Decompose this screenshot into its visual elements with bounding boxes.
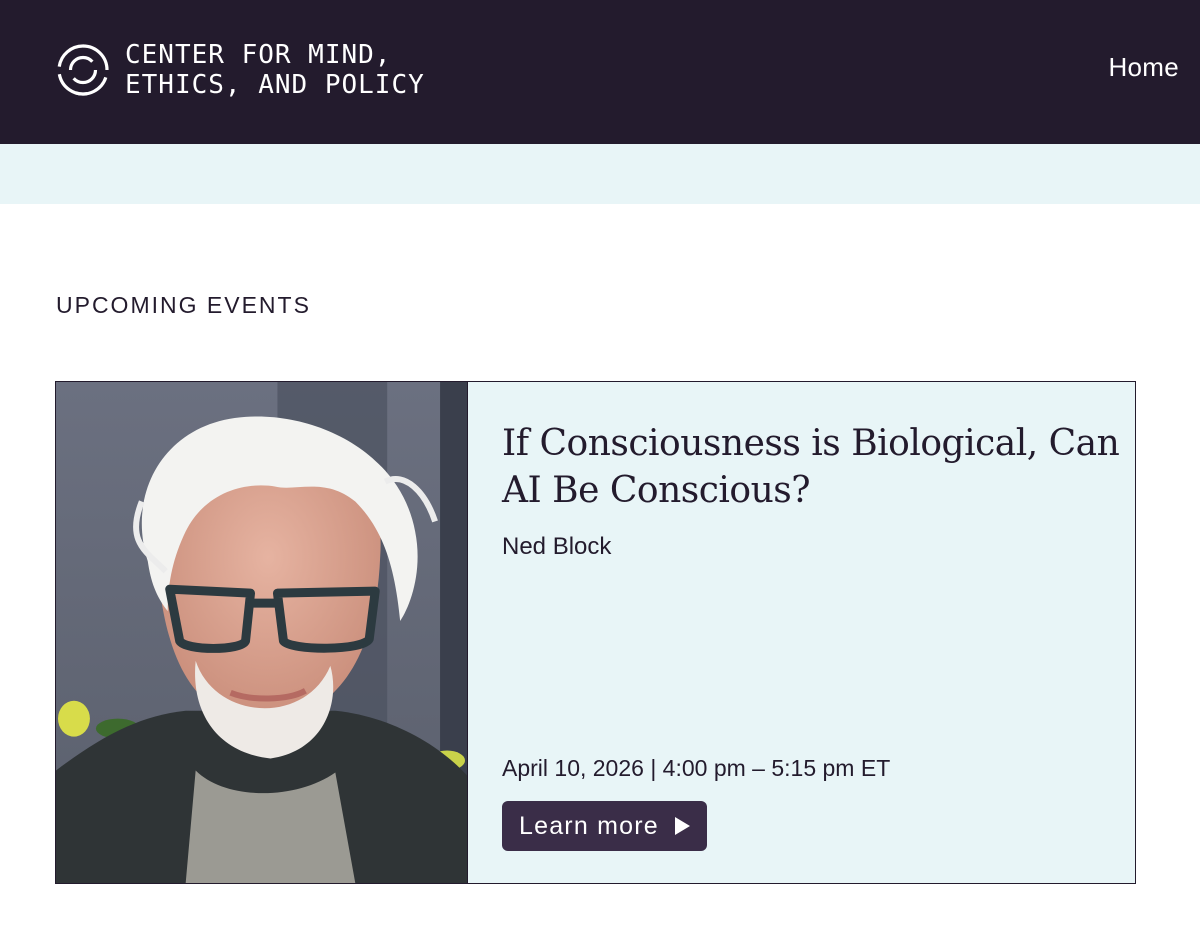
- play-triangle-icon: [674, 817, 690, 835]
- learn-more-label: Learn more: [519, 811, 659, 840]
- site-name-line2: ETHICS, AND POLICY: [125, 70, 425, 100]
- nav-home-link[interactable]: Home: [1108, 52, 1179, 83]
- learn-more-button[interactable]: Learn more: [502, 801, 707, 851]
- event-title[interactable]: If Consciousness is Biological, Can AI B…: [502, 420, 1122, 514]
- event-datetime: April 10, 2026 | 4:00 pm – 5:15 pm ET: [502, 755, 891, 781]
- circle-logo-icon: [57, 44, 109, 96]
- event-details: If Consciousness is Biological, Can AI B…: [468, 382, 1135, 883]
- event-speaker: Ned Block: [502, 533, 612, 560]
- event-card: If Consciousness is Biological, Can AI B…: [55, 381, 1136, 884]
- site-name: CENTER FOR MIND, ETHICS, AND POLICY: [125, 40, 425, 100]
- site-header: CENTER FOR MIND, ETHICS, AND POLICY Home: [0, 0, 1200, 144]
- speaker-photo: [56, 382, 468, 883]
- announcement-band: [0, 144, 1200, 204]
- site-logo-link[interactable]: CENTER FOR MIND, ETHICS, AND POLICY: [55, 40, 425, 100]
- speaker-portrait-image: [56, 382, 467, 883]
- upcoming-events-heading: UPCOMING EVENTS: [56, 292, 311, 318]
- site-name-line1: CENTER FOR MIND,: [125, 40, 392, 70]
